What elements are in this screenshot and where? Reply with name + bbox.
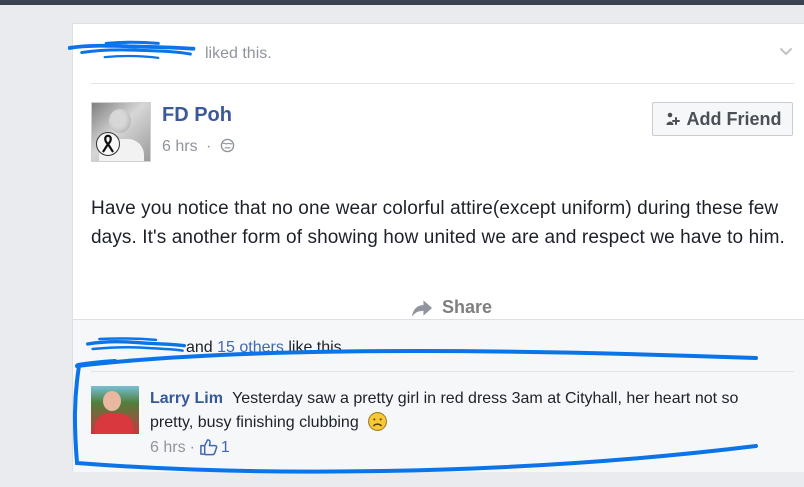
comment-time[interactable]: 6 hrs	[150, 439, 186, 457]
likes-suffix: like this.	[288, 339, 347, 356]
post-meta: 6 hrs ·	[162, 139, 235, 155]
author-avatar[interactable]	[91, 102, 151, 162]
scribble-overlay	[86, 337, 186, 352]
comment-divider	[91, 371, 794, 372]
comment-author-avatar[interactable]	[91, 386, 139, 434]
author-name[interactable]: FD Poh	[162, 105, 232, 125]
add-friend-icon	[666, 112, 680, 125]
globe-icon	[220, 138, 235, 153]
liked-this-text: liked this.	[205, 45, 272, 62]
add-friend-label: Add Friend	[686, 108, 782, 129]
meta-separator: ·	[206, 138, 212, 155]
add-friend-button[interactable]: Add Friend	[652, 102, 793, 136]
comment-avatar-shirt	[95, 413, 133, 434]
comment-meta: 6 hrs · 1	[150, 438, 230, 457]
comment-body: Larry Lim Yesterday saw a pretty girl in…	[150, 387, 777, 435]
chevron-down-icon[interactable]	[778, 44, 794, 60]
comments-section: and 15 others like this. Larry Lim Yeste…	[73, 319, 804, 472]
likes-summary: and 15 others like this.	[186, 339, 346, 357]
post-time[interactable]: 6 hrs	[162, 138, 198, 155]
likes-others-link[interactable]: 15 others	[217, 339, 284, 356]
liked-notice: liked this.	[68, 24, 804, 83]
scribble-overlay	[68, 40, 196, 60]
news-feed-page: liked this. FD Poh 6 hrs · Add Friend Ha…	[0, 5, 804, 487]
black-ribbon-icon	[96, 132, 120, 156]
comment-avatar-face	[103, 391, 121, 411]
comment-meta-separator: ·	[189, 438, 195, 456]
comment-author-name[interactable]: Larry Lim	[150, 390, 223, 407]
avatar-face	[109, 109, 131, 133]
post-body: Have you notice that no one wear colorfu…	[91, 198, 785, 248]
sad-face-icon	[368, 411, 388, 431]
comment-like-count[interactable]: 1	[221, 439, 230, 457]
header-divider	[91, 83, 794, 84]
share-label: Share	[442, 297, 493, 317]
comment-text: Yesterday saw a pretty girl in red dress…	[150, 390, 739, 431]
likes-prefix: and	[186, 339, 213, 356]
thumbs-up-icon[interactable]	[199, 438, 218, 457]
share-button[interactable]: Share	[411, 297, 492, 318]
share-icon	[411, 299, 433, 317]
post-card: liked this. FD Poh 6 hrs · Add Friend Ha…	[68, 23, 804, 472]
